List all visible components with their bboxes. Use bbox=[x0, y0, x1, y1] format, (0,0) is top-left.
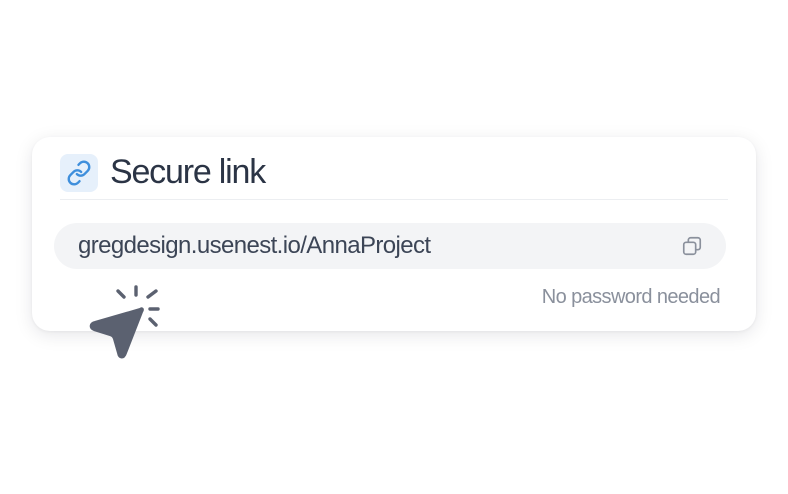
secure-link-url-field[interactable]: gregdesign.usenest.io/AnnaProject bbox=[54, 223, 726, 269]
password-note: No password needed bbox=[541, 286, 721, 308]
cursor-click-icon bbox=[89, 285, 160, 359]
secure-link-url[interactable]: gregdesign.usenest.io/AnnaProject bbox=[78, 232, 678, 260]
card-header: Secure link bbox=[60, 153, 728, 200]
link-icon bbox=[60, 154, 98, 192]
stage: Secure link gregdesign.usenest.io/AnnaPr… bbox=[0, 0, 788, 494]
copy-icon[interactable] bbox=[678, 232, 706, 260]
card-title: Secure link bbox=[110, 152, 266, 191]
